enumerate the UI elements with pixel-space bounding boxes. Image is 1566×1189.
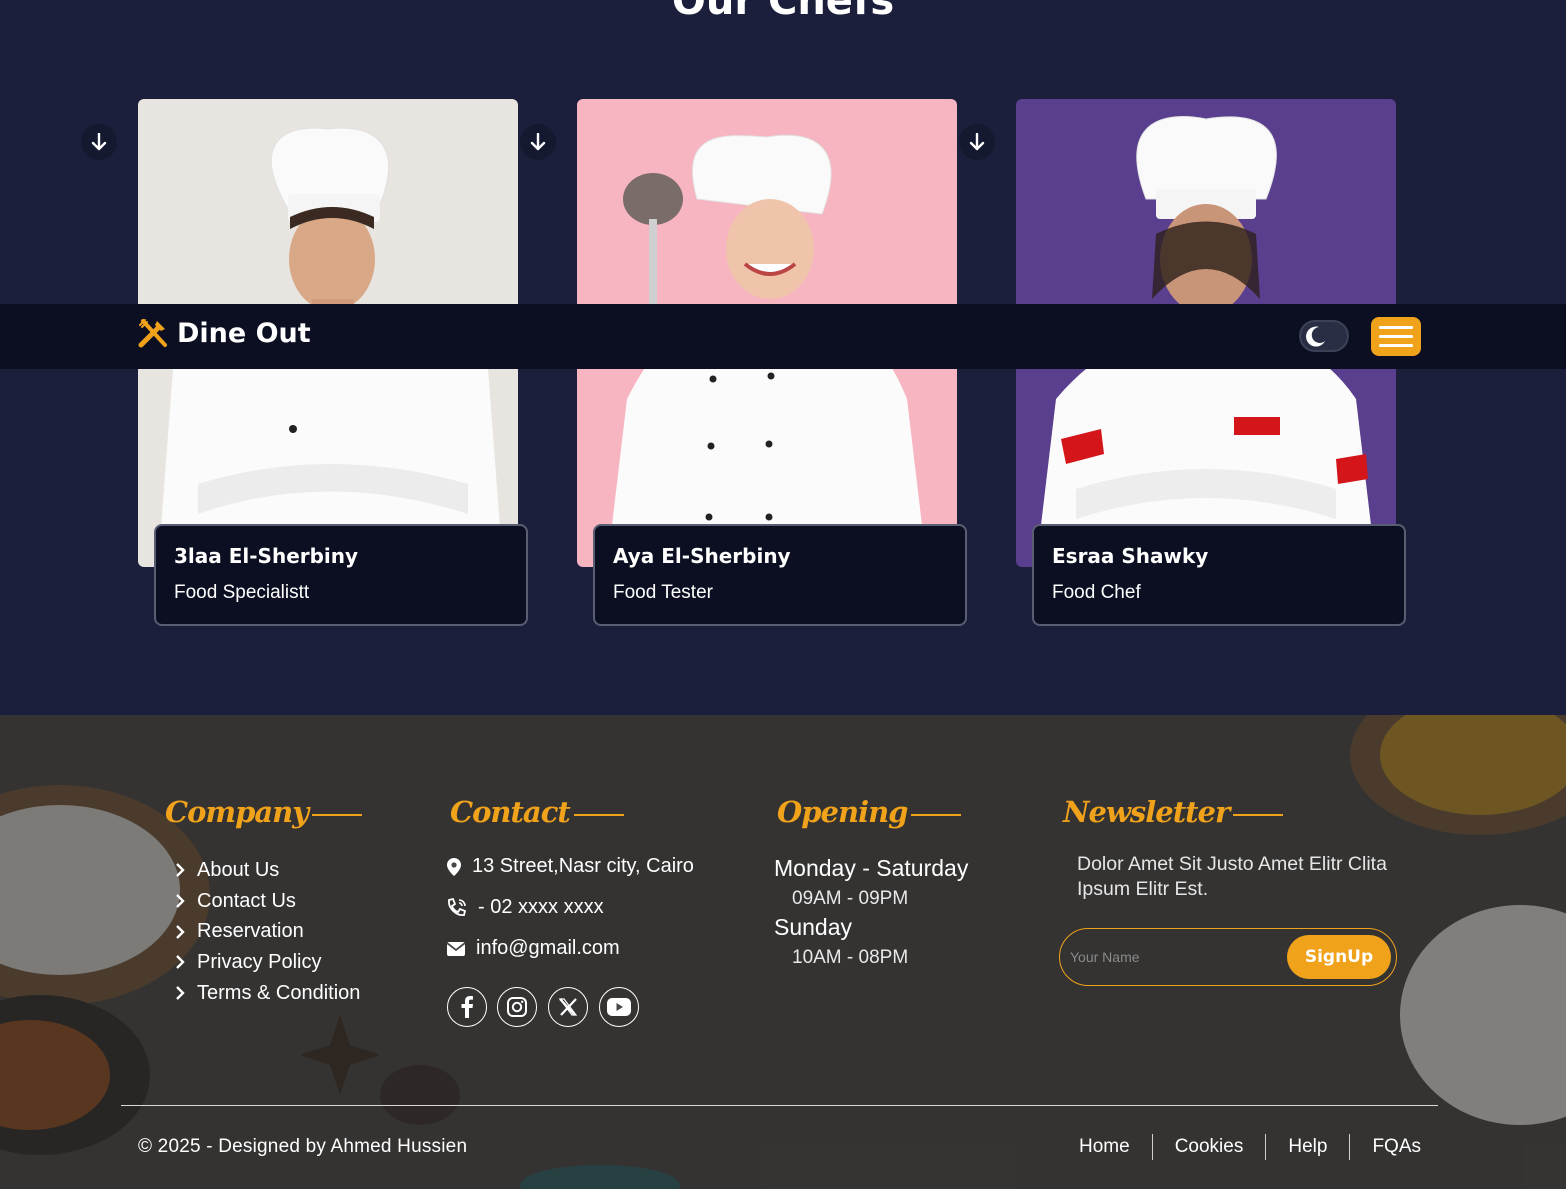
footer: Company About Us Contact Us Reservation … <box>0 715 1566 1189</box>
bottom-link-cookies[interactable]: Cookies <box>1151 1134 1266 1160</box>
phone-icon <box>448 897 467 916</box>
chevron-right-icon <box>176 955 185 970</box>
contact-address-text: 13 Street,Nasr city, Cairo <box>472 855 694 877</box>
footer-link-label: Terms & Condition <box>197 981 361 1004</box>
fork-knife-icon <box>138 319 167 348</box>
company-links: About Us Contact Us Reservation Privacy … <box>173 855 360 1008</box>
contact-email: info@gmail.com <box>446 937 620 960</box>
scroll-down-button[interactable] <box>81 124 117 160</box>
footer-bottom-nav: Home Cookies Help FQAs <box>1057 1134 1421 1160</box>
newsletter-form: SignUp <box>1059 928 1397 986</box>
chef-role: Food Tester <box>613 582 713 603</box>
footer-link-contact[interactable]: Contact Us <box>173 886 360 917</box>
footer-link-label: About Us <box>197 858 280 881</box>
signup-button[interactable]: SignUp <box>1287 935 1391 979</box>
contact-heading: Contact <box>450 795 624 829</box>
contact-address: 13 Street,Nasr city, Cairo <box>446 855 694 878</box>
location-pin-icon <box>447 857 461 876</box>
heading-underline <box>573 814 624 816</box>
arrow-down-icon <box>530 133 546 151</box>
company-heading-text: Company <box>165 795 309 829</box>
youtube-icon <box>607 998 631 1016</box>
newsletter-name-input[interactable] <box>1070 943 1280 971</box>
contact-phone-text: - 02 xxxx xxxx <box>478 896 604 918</box>
chef-info-card: Esraa Shawky Food Chef <box>1032 524 1406 626</box>
section-title: Our Chefs <box>671 0 895 24</box>
bottom-link-help[interactable]: Help <box>1265 1134 1349 1160</box>
footer-link-privacy[interactable]: Privacy Policy <box>173 947 360 978</box>
opening-heading-text: Opening <box>777 795 908 829</box>
brand-name: Dine Out <box>177 317 311 349</box>
contact-email-text: info@gmail.com <box>476 937 620 959</box>
envelope-icon <box>446 941 466 956</box>
chef-name: Aya El-Sherbiny <box>613 544 791 568</box>
chef-role: Food Specialistt <box>174 582 310 603</box>
arrow-down-icon <box>91 133 107 151</box>
facebook-link[interactable] <box>447 987 487 1027</box>
opening-day: Monday - Saturday <box>774 855 969 881</box>
scroll-down-button[interactable] <box>959 124 995 160</box>
newsletter-description: Dolor Amet Sit Justo Amet Elitr Clita Ip… <box>1077 853 1387 900</box>
chevron-right-icon <box>176 924 185 939</box>
footer-link-label: Contact Us <box>197 889 296 912</box>
opening-heading: Opening <box>777 795 962 829</box>
opening-day: Sunday <box>774 914 853 940</box>
chevron-right-icon <box>176 986 185 1000</box>
x-link[interactable] <box>548 987 588 1027</box>
arrow-down-icon <box>969 133 985 151</box>
chef-name: Esraa Shawky <box>1052 544 1209 568</box>
contact-heading-text: Contact <box>450 795 571 829</box>
chevron-right-icon <box>176 863 185 878</box>
instagram-icon <box>507 997 527 1017</box>
hamburger-icon <box>1379 335 1413 338</box>
chef-info-card: Aya El-Sherbiny Food Tester <box>593 524 967 626</box>
copyright-text: © 2025 - Designed by Ahmed Hussien <box>138 1136 468 1157</box>
footer-divider <box>121 1105 1438 1106</box>
heading-underline <box>911 814 962 816</box>
footer-link-label: Reservation <box>197 920 304 943</box>
instagram-link[interactable] <box>497 987 537 1027</box>
footer-link-about[interactable]: About Us <box>173 855 360 886</box>
heading-underline <box>312 814 363 816</box>
hamburger-icon <box>1379 344 1413 347</box>
company-heading: Company <box>165 795 363 829</box>
chevron-right-icon <box>176 894 185 908</box>
footer-link-reservation[interactable]: Reservation <box>173 916 360 947</box>
newsletter-heading: Newsletter <box>1063 795 1284 829</box>
opening-time: 09AM - 09PM <box>792 888 909 909</box>
opening-time: 10AM - 08PM <box>792 947 909 968</box>
facebook-icon <box>461 996 473 1018</box>
bottom-link-home[interactable]: Home <box>1057 1134 1152 1160</box>
bottom-link-faqs[interactable]: FQAs <box>1349 1134 1421 1160</box>
brand-link[interactable]: Dine Out <box>137 317 311 349</box>
newsletter-heading-text: Newsletter <box>1063 795 1230 829</box>
theme-toggle[interactable] <box>1299 320 1349 352</box>
youtube-link[interactable] <box>599 987 639 1027</box>
footer-link-terms[interactable]: Terms & Condition <box>173 978 360 1009</box>
heading-underline <box>1233 814 1284 816</box>
chef-name: 3laa El-Sherbiny <box>174 544 359 568</box>
hamburger-icon <box>1379 326 1413 329</box>
scroll-down-button[interactable] <box>520 124 556 160</box>
moon-icon <box>1306 326 1325 347</box>
x-icon <box>558 998 578 1016</box>
chef-role: Food Chef <box>1052 582 1141 603</box>
contact-phone: - 02 xxxx xxxx <box>446 896 604 919</box>
footer-link-label: Privacy Policy <box>197 950 322 973</box>
chef-info-card: 3laa El-Sherbiny Food Specialistt <box>154 524 528 626</box>
menu-button[interactable] <box>1371 317 1421 356</box>
navbar: Dine Out <box>0 304 1566 369</box>
